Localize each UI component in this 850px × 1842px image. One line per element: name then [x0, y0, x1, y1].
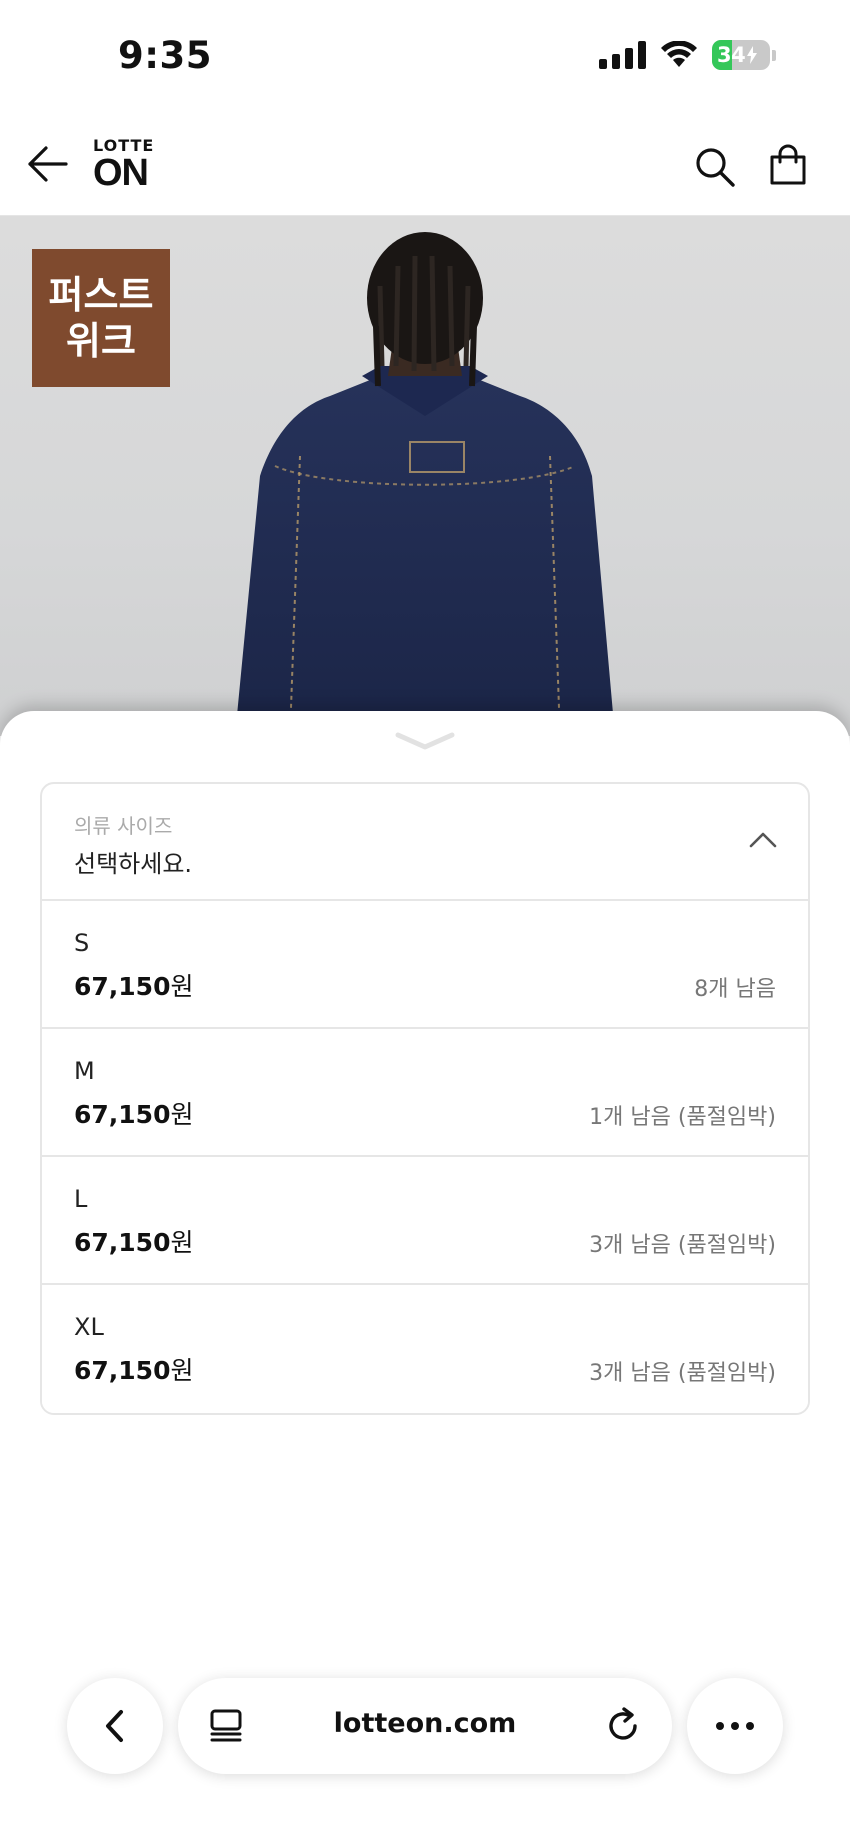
- option-stock: 1개 남음 (품절임박): [589, 1105, 776, 1130]
- browser-back-button[interactable]: [67, 1678, 163, 1774]
- size-option-l[interactable]: L 67,150원 3개 남음 (품절임박): [42, 1157, 808, 1285]
- option-stock: 3개 남음 (품절임박): [589, 1361, 776, 1386]
- more-icon: [716, 1722, 754, 1730]
- option-price: 67,150원: [74, 1356, 194, 1385]
- wifi-icon: [660, 41, 698, 69]
- size-select-label: 의류 사이즈: [74, 814, 173, 838]
- product-image[interactable]: 퍼스트 위크: [0, 216, 850, 736]
- browser-toolbar: lotteon.com: [0, 1668, 850, 1788]
- badge-line-2: 위크: [66, 319, 136, 363]
- option-size: XL: [74, 1313, 104, 1341]
- search-icon: [696, 148, 735, 187]
- lotte-on-logo[interactable]: LOTTE ON: [93, 138, 154, 194]
- sheet-collapse-handle[interactable]: [394, 729, 456, 753]
- charging-bolt-icon: [747, 46, 758, 64]
- shopping-bag-icon: [770, 144, 806, 185]
- option-price: 67,150원: [74, 972, 194, 1001]
- app-header: LOTTE ON: [0, 110, 850, 216]
- chevron-down-icon: [395, 732, 455, 750]
- address-bar[interactable]: lotteon.com: [178, 1678, 672, 1774]
- option-size: M: [74, 1057, 95, 1085]
- reload-icon[interactable]: [604, 1706, 644, 1746]
- cart-button[interactable]: [768, 144, 808, 186]
- size-option-s[interactable]: S 67,150원 8개 남음: [42, 901, 808, 1029]
- first-week-badge: 퍼스트 위크: [32, 249, 170, 387]
- cellular-signal-icon: [599, 41, 646, 69]
- badge-line-1: 퍼스트: [48, 273, 154, 317]
- size-select-header[interactable]: 의류 사이즈 선택하세요.: [42, 784, 808, 901]
- chevron-left-icon: [106, 1710, 123, 1742]
- option-stock: 8개 남음: [694, 977, 776, 1002]
- size-option-m[interactable]: M 67,150원 1개 남음 (품절임박): [42, 1029, 808, 1157]
- option-size: L: [74, 1185, 88, 1213]
- search-button[interactable]: [694, 146, 736, 188]
- chevron-up-icon: [749, 832, 777, 848]
- back-button[interactable]: [26, 144, 70, 184]
- option-size: S: [74, 929, 90, 957]
- browser-more-button[interactable]: [687, 1678, 783, 1774]
- size-option-xl[interactable]: XL 67,150원 3개 남음 (품절임박): [42, 1285, 808, 1413]
- status-time: 9:35: [118, 34, 213, 77]
- option-price: 67,150원: [74, 1228, 194, 1257]
- option-price: 67,150원: [74, 1100, 194, 1129]
- arrow-left-icon: [28, 146, 68, 182]
- size-select-dropdown: 의류 사이즈 선택하세요. S 67,150원 8개 남음 M 67,150원 …: [40, 782, 810, 1415]
- battery-level: 34: [717, 43, 746, 67]
- logo-bottom-text: ON: [93, 152, 149, 194]
- url-text[interactable]: lotteon.com: [178, 1708, 672, 1739]
- status-bar: 9:35 34: [0, 0, 850, 110]
- battery-icon: 34: [712, 40, 776, 70]
- status-icons: 34: [599, 40, 776, 70]
- option-stock: 3개 남음 (품절임박): [589, 1233, 776, 1258]
- size-select-value: 선택하세요.: [74, 850, 193, 878]
